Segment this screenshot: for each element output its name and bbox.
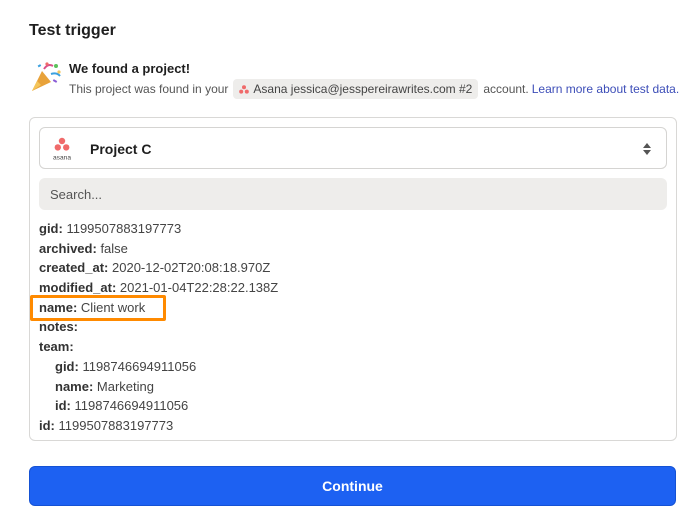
continue-button[interactable]: Continue	[29, 466, 676, 506]
project-select-value: Project C	[90, 141, 152, 157]
learn-more-link[interactable]: Learn more about test data.	[532, 82, 679, 96]
field-key: gid:	[55, 358, 79, 374]
field-created-at: created_at: 2020-12-02T20:08:18.970Z	[39, 258, 669, 278]
field-name: name: Client work	[39, 298, 669, 318]
field-key: archived:	[39, 240, 97, 256]
field-value: 1198746694911056	[82, 358, 197, 374]
section-title: Test trigger	[29, 22, 116, 39]
field-key: modified_at:	[39, 280, 117, 296]
field-value: Marketing	[96, 378, 154, 394]
found-desc-suffix: account.	[483, 82, 529, 96]
field-value: 1199507883197773	[66, 221, 182, 236]
account-chip: Asana jessica@jesspereirawrites.com #2	[233, 79, 479, 99]
field-key: id:	[39, 417, 55, 433]
field-key: name:	[39, 299, 78, 315]
found-description: This project was found in your Asana jes…	[69, 79, 679, 99]
test-data-card: asana Project C gid: 1199507883197773 ar…	[29, 117, 677, 441]
asana-logo-text: asana	[53, 155, 71, 162]
field-notes: notes:	[39, 317, 669, 337]
test-trigger-panel: Test trigger We found a project! This pr…	[0, 0, 700, 513]
found-desc-prefix: This project was found in your	[69, 82, 229, 96]
asana-logo-icon: asana	[53, 137, 71, 162]
field-value: 2020-12-02T20:08:18.970Z	[112, 260, 271, 276]
search-input[interactable]	[39, 178, 667, 210]
field-key: gid:	[39, 221, 63, 236]
field-key: created_at:	[39, 260, 109, 276]
field-value: 1198746694911056	[74, 398, 189, 414]
field-team-gid: gid: 1198746694911056	[39, 357, 669, 377]
party-popper-icon	[32, 62, 61, 91]
field-key: team:	[39, 339, 74, 355]
field-team-name: name: Marketing	[39, 377, 669, 397]
field-team: team:	[39, 337, 669, 357]
field-key: name:	[55, 378, 94, 394]
field-value: Client work	[80, 299, 146, 315]
field-value: 1199507883197773	[58, 417, 174, 433]
found-banner: We found a project! This project was fou…	[29, 60, 689, 100]
field-key: notes:	[39, 319, 78, 335]
field-gid: gid: 1199507883197773	[39, 219, 669, 239]
field-value: false	[100, 240, 128, 256]
field-value: 2021-01-04T22:28:22.138Z	[119, 280, 279, 296]
asana-icon	[239, 84, 250, 94]
account-chip-label: Asana jessica@jesspereirawrites.com #2	[253, 82, 473, 96]
field-id: id: 1199507883197773	[39, 416, 669, 436]
found-title: We found a project!	[69, 61, 191, 76]
field-archived: archived: false	[39, 239, 669, 259]
select-arrows-icon	[643, 143, 651, 155]
field-modified-at: modified_at: 2021-01-04T22:28:22.138Z	[39, 278, 669, 298]
field-team-id: id: 1198746694911056	[39, 396, 669, 416]
field-key: id:	[55, 398, 71, 414]
project-select[interactable]: asana Project C	[39, 127, 667, 169]
field-list: gid: 1199507883197773 archived: false cr…	[39, 219, 669, 436]
